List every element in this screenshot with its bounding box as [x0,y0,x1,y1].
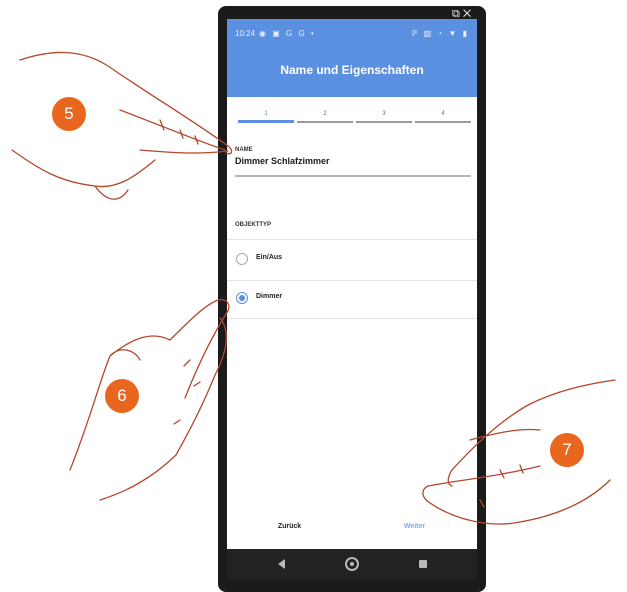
step-badge-5: 5 [52,97,86,131]
step-badge-7: 7 [550,433,584,467]
step-badge-6: 6 [105,379,139,413]
hand-illustrations [11,51,616,525]
pointing-hand-icon [11,51,233,200]
pointing-hand-icon [69,299,230,501]
pointing-hand-icon [422,379,616,525]
